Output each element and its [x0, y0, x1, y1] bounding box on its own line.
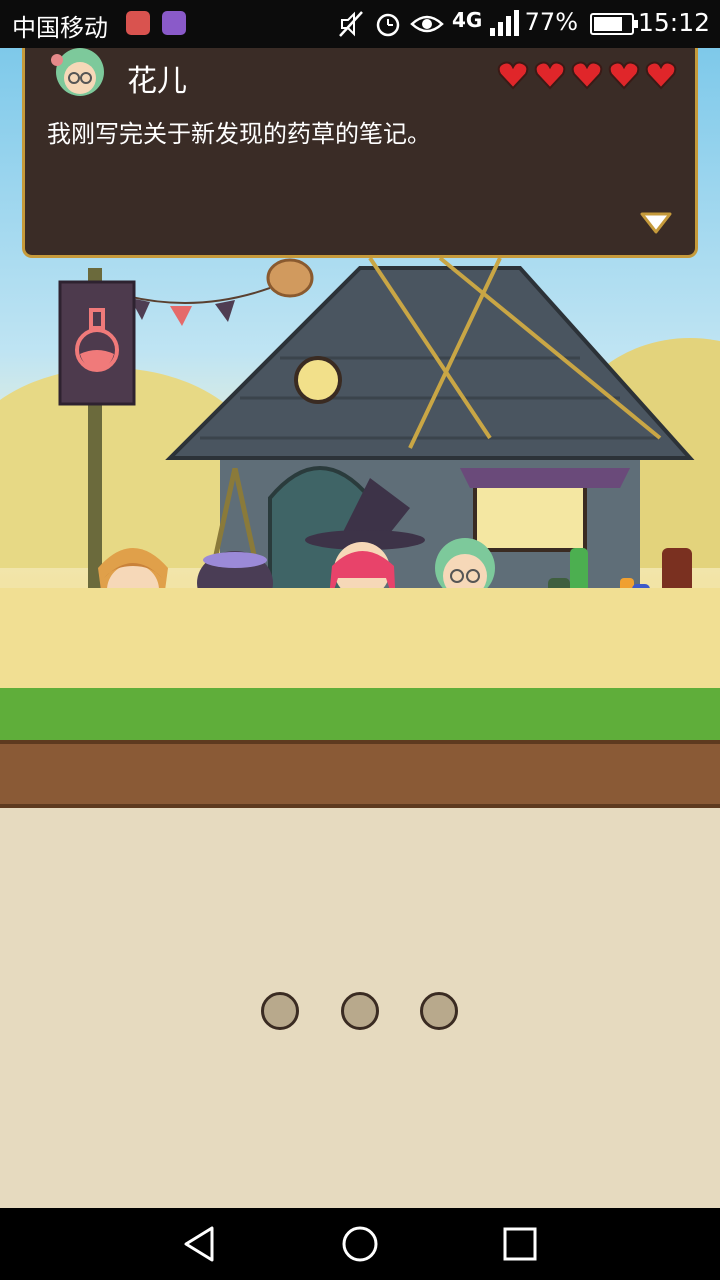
heart-icon — [497, 61, 529, 90]
heart-icon — [608, 61, 640, 90]
potion-shop-sign — [58, 280, 136, 406]
dialog-box[interactable]: 花儿 我刚写完关于新发现的药草的笔记。 — [22, 48, 698, 258]
carrier-name: 中国移动 — [12, 14, 108, 42]
grass-strip — [0, 688, 720, 748]
home-icon[interactable] — [340, 1224, 380, 1264]
gallery-app-icon — [162, 11, 186, 35]
back-icon[interactable] — [180, 1224, 220, 1264]
clock: 15:12 — [637, 8, 710, 37]
mute-icon — [339, 11, 363, 37]
dialog-text: 我刚写完关于新发现的药草的笔记。 — [47, 120, 431, 148]
recents-icon[interactable] — [500, 1224, 540, 1264]
dirt-ledge — [0, 740, 720, 808]
heart-icon — [571, 61, 603, 90]
page-dot[interactable] — [341, 992, 379, 1030]
battery-percent: 77% — [524, 8, 578, 36]
status-bar: 中国移动 4G 77% 15:12 — [0, 0, 720, 48]
heart-icon — [645, 61, 677, 90]
speaker-avatar — [51, 48, 104, 96]
page-dot[interactable] — [261, 992, 299, 1030]
page-dot[interactable] — [420, 992, 458, 1030]
speaker-name: 花儿 — [127, 64, 187, 99]
signal-icon — [490, 10, 519, 36]
battery-icon — [590, 13, 638, 35]
notification-app-icon — [126, 11, 150, 35]
lower-panel — [0, 808, 720, 1208]
affection-hearts — [497, 60, 677, 90]
data-4g-icon: 4G — [452, 8, 483, 32]
navigation-bar — [0, 1208, 720, 1280]
eye-icon — [410, 15, 444, 33]
heart-icon — [534, 61, 566, 90]
alarm-icon — [376, 13, 400, 37]
next-arrow-icon[interactable] — [639, 211, 673, 235]
